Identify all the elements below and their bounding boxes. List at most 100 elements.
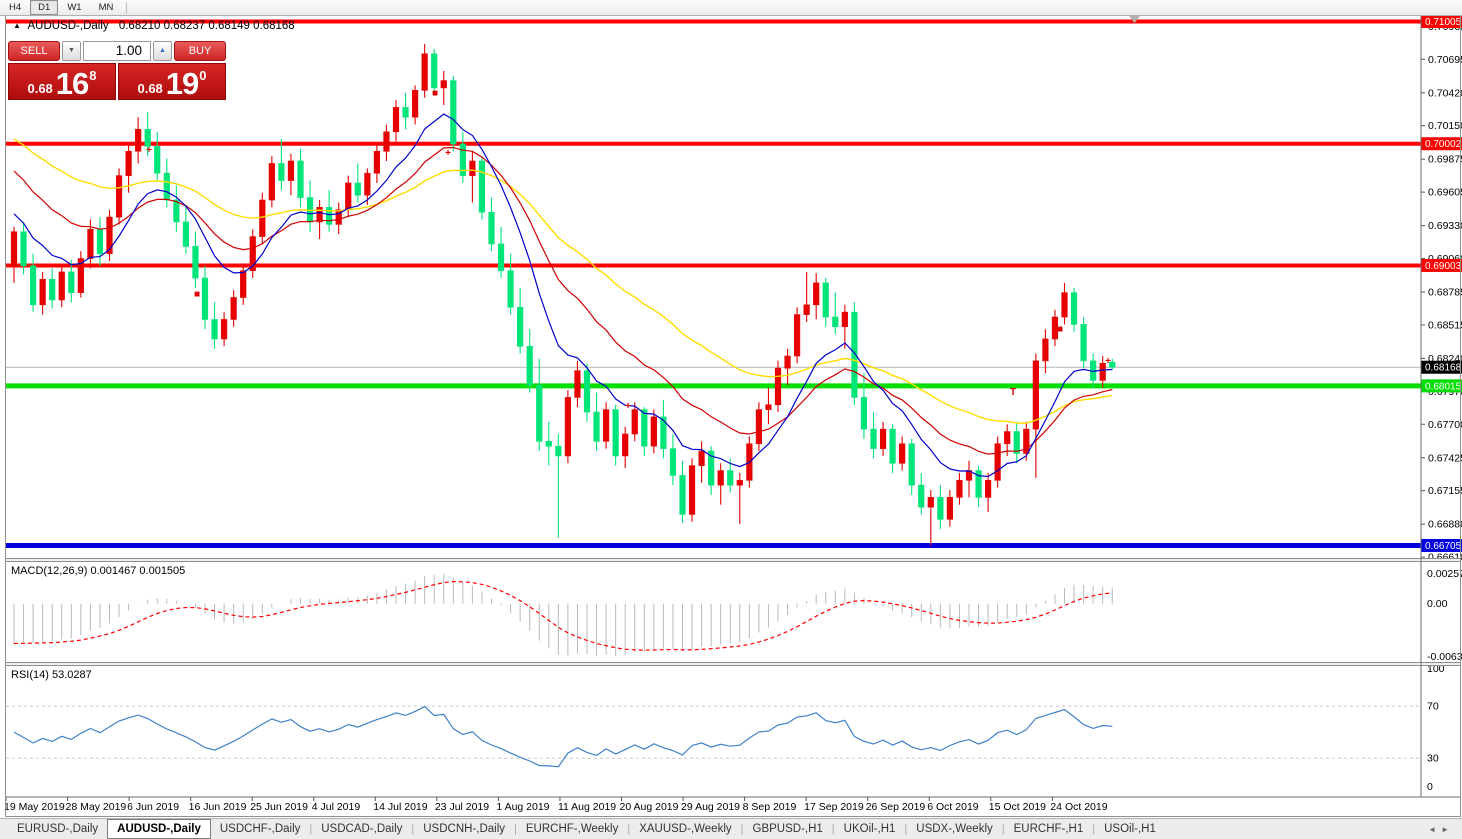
- candle-body: [40, 279, 46, 305]
- price-tick-label: 0.69330: [1428, 220, 1462, 232]
- date-label: 29 Aug 2019: [681, 801, 740, 813]
- candle-body: [431, 54, 437, 88]
- candle-body: [260, 200, 266, 237]
- candle-body: [470, 161, 476, 176]
- volume-decrease-button[interactable]: ▼: [62, 41, 81, 61]
- candle-body: [326, 207, 332, 224]
- ma-mid-line: [14, 148, 1112, 455]
- candle-body: [365, 173, 371, 195]
- candle-body: [909, 444, 915, 485]
- date-label: 28 May 2019: [66, 801, 127, 813]
- candle-body: [174, 200, 180, 222]
- trade-marker-icon: ■: [1057, 324, 1063, 335]
- symbol-tab-eurchf-weekly[interactable]: EURCHF-,Weekly: [517, 820, 627, 838]
- symbol-tabs: EURUSD-,DailyAUDUSD-,DailyUSDCHF-,Daily|…: [8, 819, 1165, 839]
- candle-body: [126, 151, 132, 175]
- candle-body: [1062, 293, 1068, 317]
- candle-body: [918, 485, 924, 507]
- candle-body: [813, 283, 819, 305]
- candle-body: [766, 405, 772, 410]
- timeframe-buttons: H4D1W1MN: [0, 0, 121, 15]
- collapse-panel-icon[interactable]: ▲: [13, 21, 21, 30]
- volume-input[interactable]: 1.00: [83, 41, 151, 61]
- symbol-tab-audusd-daily[interactable]: AUDUSD-,Daily: [107, 819, 211, 839]
- timeframe-button-d1[interactable]: D1: [30, 0, 58, 15]
- tab-scroll-right-icon[interactable]: ►: [1441, 825, 1454, 834]
- candle-body: [823, 283, 829, 317]
- candle-body: [183, 222, 189, 246]
- trade-marker-icon: ■: [194, 289, 200, 300]
- rsi-axis-label: 70: [1427, 701, 1439, 713]
- symbol-tab-gbpusd-h1[interactable]: GBPUSD-,H1: [744, 820, 832, 838]
- candle-body: [928, 497, 934, 507]
- sell-button[interactable]: SELL: [8, 41, 60, 61]
- candle-body: [97, 229, 103, 253]
- symbol-tab-usoil-h1[interactable]: USOil-,H1: [1095, 820, 1165, 838]
- candle-body: [269, 163, 275, 200]
- candle-body: [88, 229, 94, 258]
- candle-body: [279, 163, 285, 180]
- timeframe-button-h4[interactable]: H4: [1, 0, 29, 15]
- symbol-tab-bar: EURUSD-,DailyAUDUSD-,DailyUSDCHF-,Daily|…: [0, 818, 1462, 839]
- price-tick-label: 0.70695: [1428, 54, 1462, 66]
- candle-body: [345, 183, 351, 210]
- trade-marker-icon: +: [625, 401, 631, 412]
- symbol-tab-usdx-weekly[interactable]: USDX-,Weekly: [907, 820, 1001, 838]
- price-level-badge-label: 0.68015: [1425, 381, 1462, 392]
- candle-body: [202, 278, 208, 319]
- chart-ohlc-values: 0.68210 0.68237 0.68149 0.68168: [119, 20, 295, 32]
- rsi-axis-label: 30: [1427, 753, 1439, 765]
- date-label: 24 Oct 2019: [1050, 801, 1107, 813]
- date-label: 14 Jul 2019: [373, 801, 427, 813]
- timeframe-button-mn[interactable]: MN: [91, 0, 122, 15]
- symbol-tab-ukoil-h1[interactable]: UKOil-,H1: [835, 820, 905, 838]
- candle-body: [498, 244, 504, 271]
- symbol-tab-usdcad-daily[interactable]: USDCAD-,Daily: [312, 820, 411, 838]
- tab-scroll-left-icon[interactable]: ◄: [1428, 825, 1441, 834]
- buy-button[interactable]: BUY: [174, 41, 226, 61]
- timeframe-button-w1[interactable]: W1: [59, 0, 89, 15]
- candle-body: [298, 161, 304, 198]
- sell-price-box[interactable]: 0.68 16 8: [8, 63, 116, 100]
- candle-body: [947, 497, 953, 519]
- candle-body: [1004, 432, 1010, 444]
- candle-body: [49, 279, 55, 300]
- trade-prices-row: 0.68 16 8 0.68 19 0: [8, 63, 226, 100]
- candle-body: [527, 346, 533, 385]
- candle-body: [1014, 432, 1020, 454]
- date-label: 20 Aug 2019: [620, 801, 679, 813]
- candle-body: [718, 471, 724, 486]
- price-level-badge-label: 0.69003: [1425, 261, 1462, 272]
- candle-body: [775, 368, 781, 405]
- candle-body: [508, 271, 514, 308]
- symbol-tab-usdcnh-daily[interactable]: USDCNH-,Daily: [414, 820, 514, 838]
- date-label: 16 Jun 2019: [189, 801, 247, 813]
- candle-body: [556, 446, 562, 456]
- price-tick-label: 0.68785: [1428, 287, 1462, 299]
- candle-body: [842, 312, 848, 327]
- buy-price-big: 19: [166, 71, 198, 96]
- candle-body: [737, 480, 743, 485]
- tab-scroll-arrows: ◄►: [1428, 825, 1454, 834]
- trade-marker-icon: +: [445, 148, 451, 159]
- symbol-tab-usdchf-daily[interactable]: USDCHF-,Daily: [211, 820, 310, 838]
- candle-body: [441, 81, 447, 88]
- candle-body: [689, 466, 695, 515]
- symbol-tab-eurchf-h1[interactable]: EURCHF-,H1: [1005, 820, 1093, 838]
- symbol-tab-eurusd-daily[interactable]: EURUSD-,Daily: [8, 820, 107, 838]
- candle-body: [861, 397, 867, 429]
- candle-body: [603, 410, 609, 442]
- symbol-tab-xauusd-weekly[interactable]: XAUUSD-,Weekly: [630, 820, 740, 838]
- chart-symbol-period: AUDUSD-,Daily: [27, 20, 108, 32]
- macd-signal-line: [14, 582, 1112, 651]
- candle-body: [565, 397, 571, 455]
- sell-price-base: 0.68: [27, 82, 52, 96]
- date-label: 11 Aug 2019: [558, 801, 616, 813]
- volume-increase-button[interactable]: ▲: [153, 41, 172, 61]
- trade-marker-icon: +: [1105, 356, 1111, 367]
- candle-body: [642, 410, 648, 447]
- date-label: 15 Oct 2019: [989, 801, 1046, 813]
- candle-body: [938, 497, 944, 519]
- chart-canvas[interactable]: +■■++T■+0.0025740.00-0.006326100703000.7…: [0, 0, 1462, 818]
- buy-price-box[interactable]: 0.68 19 0: [118, 63, 226, 100]
